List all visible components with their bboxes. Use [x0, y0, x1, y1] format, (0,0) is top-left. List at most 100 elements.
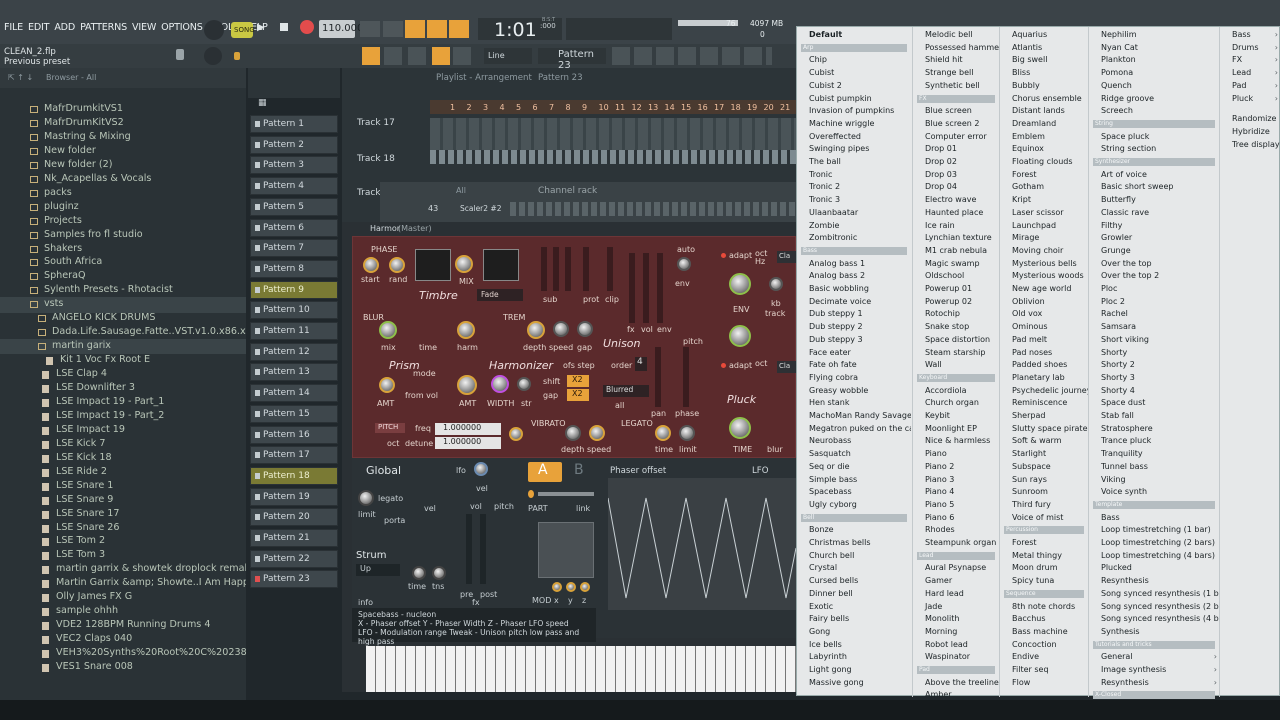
preset-menu-item[interactable]: Tronic 2 — [797, 181, 911, 194]
lfo-knob[interactable] — [474, 462, 488, 476]
preset-menu-item[interactable]: Bass machine — [1000, 626, 1088, 639]
loop-record-icon[interactable] — [449, 20, 469, 38]
patch-a-button[interactable]: A — [528, 462, 562, 482]
pattern-item[interactable]: Pattern 21 — [250, 529, 338, 547]
vol-slider[interactable] — [643, 253, 649, 323]
preset-menu-item[interactable]: Haunted place — [913, 207, 999, 220]
play-icon[interactable]: ▶ — [257, 22, 265, 33]
preset-menu-item[interactable]: Growler — [1089, 232, 1219, 245]
preset-menu-item[interactable]: Default — [797, 29, 911, 42]
preset-menu-item[interactable]: Screech — [1089, 105, 1219, 118]
preset-menu-item[interactable]: String section — [1089, 143, 1219, 156]
lock-icon[interactable] — [176, 49, 184, 60]
preset-menu-item[interactable]: Light gong — [797, 664, 911, 677]
preset-menu-item[interactable]: Fairy bells — [797, 613, 911, 626]
browser-nav-icons[interactable]: ⇱ ↑ ↓ — [8, 73, 33, 82]
menu-options[interactable]: OPTIONS — [161, 22, 203, 36]
pitch-env-knob[interactable] — [509, 427, 523, 441]
detune-value[interactable]: 1.000000 — [435, 437, 501, 449]
preset-menu-item[interactable]: Ice bells — [797, 639, 911, 652]
preset-menu-item[interactable]: Nice & harmless — [913, 435, 999, 448]
preset-menu-item[interactable]: Loop timestretching (4 bars) — [1089, 550, 1219, 563]
preset-menu-item[interactable]: Sherpad — [1000, 410, 1088, 423]
preset-menu-item[interactable]: Steam starship — [913, 347, 999, 360]
preset-menu-item[interactable]: Image synthesis › — [1089, 664, 1219, 677]
preset-menu-item[interactable]: Ominous — [1000, 321, 1088, 334]
preset-menu-item[interactable]: Drums › — [1220, 42, 1280, 55]
blur-mix-knob[interactable] — [379, 321, 397, 339]
preset-menu-item[interactable]: Short viking — [1089, 334, 1219, 347]
pattern-item[interactable]: Pattern 5 — [250, 197, 338, 216]
track-18-clips[interactable] — [430, 150, 796, 164]
preset-menu-item[interactable]: Trance pluck — [1089, 435, 1219, 448]
preset-menu-item[interactable]: Analog bass 1 — [797, 258, 911, 271]
preset-menu-item[interactable]: Ploc 2 — [1089, 296, 1219, 309]
preset-menu-item[interactable]: Cubist pumpkin — [797, 93, 911, 106]
legato-time-knob[interactable] — [655, 425, 671, 441]
pattern-item[interactable]: Pattern 22 — [250, 549, 338, 568]
preset-menu-item[interactable]: Mirage — [1000, 232, 1088, 245]
preset-menu-item[interactable]: Sun rays — [1000, 474, 1088, 487]
preset-menu-item[interactable]: Floating clouds — [1000, 156, 1088, 169]
trem-depth-knob[interactable] — [527, 321, 545, 339]
preset-menu-item[interactable]: Strange bell — [913, 67, 999, 80]
preset-menu-item[interactable]: Ugly cyborg — [797, 499, 911, 512]
preset-menu-item[interactable]: Tronic — [797, 169, 911, 182]
preset-menu-item[interactable]: Chorus ensemble — [1000, 93, 1088, 106]
preset-menu-item[interactable]: Over the top — [1089, 258, 1219, 271]
preset-menu-item[interactable]: Tree display — [1220, 139, 1280, 152]
preset-menu-item[interactable]: Classic rave — [1089, 207, 1219, 220]
step-edit-icon[interactable] — [427, 20, 447, 38]
preset-menu-item[interactable]: Song synced resynthesis (1 bar) — [1089, 588, 1219, 601]
preset-menu-item[interactable]: Possessed hammer — [913, 42, 999, 55]
pluck-time-knob[interactable] — [729, 417, 751, 439]
preset-menu-item[interactable]: Sasquatch — [797, 448, 911, 461]
menu-patterns[interactable]: PATTERNS — [80, 22, 127, 36]
preset-menu-item[interactable]: Plucked — [1089, 562, 1219, 575]
preset-menu-item[interactable]: Oblivion — [1000, 296, 1088, 309]
pattern-select[interactable]: Pattern 23 — [538, 48, 606, 71]
preset-menu-item[interactable]: Dreamland — [1000, 118, 1088, 131]
preset-menu-item[interactable]: Simple bass — [797, 474, 911, 487]
lfo-envelope-view[interactable] — [607, 478, 797, 610]
mod-z-knob[interactable] — [580, 582, 590, 592]
preset-menu-item[interactable]: Bass › — [1220, 29, 1280, 42]
preset-menu-item[interactable]: Padded shoes — [1000, 359, 1088, 372]
preset-menu-item[interactable]: Jade — [913, 601, 999, 614]
preset-menu-item[interactable]: Equinox — [1000, 143, 1088, 156]
preset-menu-item[interactable]: Piano 4 — [913, 486, 999, 499]
env-slider[interactable] — [657, 253, 663, 323]
preset-menu-item[interactable]: Wall — [913, 359, 999, 372]
preset-menu-item[interactable]: Cubist — [797, 67, 911, 80]
preset-menu-item[interactable]: Monolith — [913, 613, 999, 626]
wait-icon[interactable] — [383, 21, 403, 37]
preset-menu-item[interactable]: Dub steppy 1 — [797, 308, 911, 321]
patch-b-button[interactable]: B — [574, 462, 584, 478]
pitch-fader[interactable] — [480, 514, 486, 584]
preset-menu-item[interactable]: Basic wobbling — [797, 283, 911, 296]
preset-menu-item[interactable]: Third fury — [1000, 499, 1088, 512]
preset-menu-item[interactable]: Old vox — [1000, 308, 1088, 321]
pattern-item[interactable]: Pattern 18 — [250, 466, 338, 485]
preset-menu-item[interactable]: Emblem — [1000, 131, 1088, 144]
preset-menu-item[interactable]: Robot lead — [913, 639, 999, 652]
master-volume-knob[interactable] — [204, 20, 224, 40]
preset-menu-item[interactable]: Loop timestretching (1 bar) — [1089, 524, 1219, 537]
preset-menu-item[interactable]: Massive gong — [797, 677, 911, 690]
pitch-knob[interactable] — [204, 47, 222, 65]
preset-menu-item[interactable]: Rotochip — [913, 308, 999, 321]
preset-menu-item[interactable]: Pluck › — [1220, 93, 1280, 106]
timbre-1-waveform[interactable] — [415, 249, 451, 281]
harmonizer-width-knob[interactable] — [491, 375, 509, 393]
preset-menu-item[interactable]: Neurobass — [797, 435, 911, 448]
preset-menu-item[interactable]: Magic swamp — [913, 258, 999, 271]
preset-menu-item[interactable]: Synthesis — [1089, 626, 1219, 639]
preset-menu-item[interactable]: Soft & warm — [1000, 435, 1088, 448]
preset-menu-item[interactable]: Drop 04 — [913, 181, 999, 194]
preset-menu-item[interactable]: Slutty space pirate — [1000, 423, 1088, 436]
preset-menu-item[interactable]: Resynthesis › — [1089, 677, 1219, 690]
preset-menu-item[interactable]: Endive — [1000, 651, 1088, 664]
preset-menu-item[interactable]: Face eater — [797, 347, 911, 360]
gap-x2-button[interactable]: X2 — [567, 389, 589, 401]
menu-file[interactable]: FILE — [4, 22, 23, 36]
